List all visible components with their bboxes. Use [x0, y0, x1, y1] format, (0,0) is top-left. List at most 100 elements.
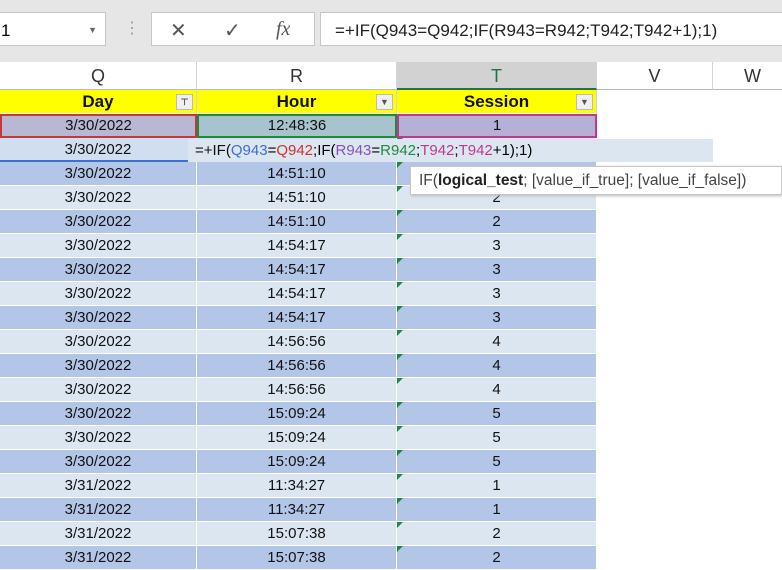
cell-day[interactable]: 3/30/2022 — [0, 258, 197, 282]
cell-day[interactable]: 3/30/2022 — [0, 138, 197, 162]
cell-day[interactable]: 3/30/2022 — [0, 450, 197, 474]
cell-hour[interactable]: 14:54:17 — [197, 282, 397, 306]
formula-input[interactable]: =+IF(Q943=Q942;IF(R943=R942;T942;T942+1)… — [320, 12, 782, 46]
error-indicator-icon[interactable] — [397, 162, 403, 168]
cell-session[interactable]: 5 — [397, 402, 597, 426]
filter-dropdown-icon[interactable]: ▼ — [576, 94, 593, 110]
name-box[interactable]: 1 ▼ — [0, 12, 106, 46]
cell-session[interactable]: 3 — [397, 234, 597, 258]
table-row: 3/30/2022 14:56:56 4 — [0, 378, 597, 402]
cell-hour[interactable]: 14:56:56 — [197, 330, 397, 354]
cell-hour[interactable]: 11:34:27 — [197, 498, 397, 522]
cell-session[interactable]: 5 — [397, 450, 597, 474]
drag-handle-icon[interactable]: ⋮ — [124, 18, 140, 38]
cell-session[interactable]: 4 — [397, 354, 597, 378]
column-header-q[interactable]: Q — [0, 62, 197, 90]
error-indicator-icon[interactable] — [397, 354, 403, 360]
error-indicator-icon[interactable] — [397, 402, 403, 408]
cell-session[interactable]: 2 — [397, 522, 597, 546]
table-row: 3/30/2022 15:09:24 5 — [0, 450, 597, 474]
cell-hour[interactable]: 15:09:24 — [197, 402, 397, 426]
cell-hour[interactable]: 14:56:56 — [197, 354, 397, 378]
cell-session[interactable]: 1 — [397, 474, 597, 498]
error-indicator-icon[interactable] — [397, 426, 403, 432]
cell-session[interactable]: 4 — [397, 378, 597, 402]
cell-day[interactable]: 3/30/2022 — [0, 330, 197, 354]
cancel-icon[interactable]: ✕ — [170, 18, 187, 43]
cell-day[interactable]: 3/31/2022 — [0, 498, 197, 522]
cell-day[interactable]: 3/30/2022 — [0, 162, 197, 186]
error-indicator-icon[interactable] — [397, 306, 403, 312]
cell-day[interactable]: 3/30/2022 — [0, 234, 197, 258]
error-indicator-icon[interactable] — [397, 282, 403, 288]
chevron-down-icon[interactable]: ▼ — [88, 25, 97, 35]
table-row: 3/30/2022 14:54:17 3 — [0, 306, 597, 330]
error-indicator-icon[interactable] — [397, 186, 403, 192]
cell-hour[interactable]: 15:09:24 — [197, 426, 397, 450]
filter-applied-icon[interactable]: ⊤ — [176, 94, 193, 110]
table-row: 3/30/2022 14:54:17 3 — [0, 234, 597, 258]
cell-hour[interactable]: 14:54:17 — [197, 306, 397, 330]
in-cell-formula-editor[interactable]: =+IF(Q943=Q942;IF(R943=R942;T942;T942+1)… — [188, 139, 713, 162]
table-row: 3/30/2022 14:54:17 3 — [0, 258, 597, 282]
table-row: 3/31/2022 11:34:27 1 — [0, 474, 597, 498]
cell-day[interactable]: 3/30/2022 — [0, 378, 197, 402]
cell-hour[interactable]: 14:56:56 — [197, 378, 397, 402]
error-indicator-icon[interactable] — [397, 258, 403, 264]
cell-hour[interactable]: 11:34:27 — [197, 474, 397, 498]
cell-day[interactable]: 3/31/2022 — [0, 546, 197, 570]
cell-session[interactable]: 4 — [397, 330, 597, 354]
error-indicator-icon[interactable] — [397, 378, 403, 384]
error-indicator-icon[interactable] — [397, 522, 403, 528]
table-row: 3/31/2022 11:34:27 1 — [0, 498, 597, 522]
filter-dropdown-icon[interactable]: ▼ — [376, 94, 393, 110]
cell-session[interactable]: 2 — [397, 546, 597, 570]
table-row: 3/31/2022 15:07:38 2 — [0, 522, 597, 546]
cell-day[interactable]: 3/30/2022 — [0, 186, 197, 210]
column-header-w[interactable]: W — [713, 62, 782, 90]
cell-session[interactable]: 3 — [397, 282, 597, 306]
cell-hour[interactable]: 15:07:38 — [197, 546, 397, 570]
enter-icon[interactable]: ✓ — [224, 18, 241, 43]
cell-hour[interactable]: 14:51:10 — [197, 186, 397, 210]
cell-day[interactable]: 3/30/2022 — [0, 426, 197, 450]
cell-day[interactable]: 3/30/2022 — [0, 354, 197, 378]
error-indicator-icon[interactable] — [397, 234, 403, 240]
cell-day[interactable]: 3/30/2022 — [0, 306, 197, 330]
header-hour: Hour ▼ — [197, 90, 397, 114]
error-indicator-icon[interactable] — [397, 330, 403, 336]
cell-session[interactable]: 1 — [397, 114, 597, 138]
cell-hour[interactable]: 14:51:10 — [197, 162, 397, 186]
header-day: Day ⊤ — [0, 90, 197, 114]
table-header-row: Day ⊤ Hour ▼ Session ▼ — [0, 90, 597, 114]
column-header-r[interactable]: R — [197, 62, 397, 90]
cell-hour[interactable]: 14:51:10 — [197, 210, 397, 234]
cell-hour[interactable]: 15:07:38 — [197, 522, 397, 546]
column-header-t[interactable]: T — [397, 62, 597, 90]
error-indicator-icon[interactable] — [397, 546, 403, 552]
column-header-v[interactable]: V — [597, 62, 713, 90]
cell-hour[interactable]: 14:54:17 — [197, 234, 397, 258]
cell-hour[interactable]: 15:09:24 — [197, 450, 397, 474]
cell-day[interactable]: 3/30/2022 — [0, 114, 197, 138]
cell-day[interactable]: 3/31/2022 — [0, 522, 197, 546]
formula-buttons: ✕ ✓ fx — [151, 12, 315, 46]
table-row: 3/30/2022 14:56:56 4 — [0, 330, 597, 354]
cell-day[interactable]: 3/30/2022 — [0, 282, 197, 306]
cell-session[interactable]: 3 — [397, 306, 597, 330]
cell-session[interactable]: 5 — [397, 426, 597, 450]
error-indicator-icon[interactable] — [397, 474, 403, 480]
error-indicator-icon[interactable] — [397, 210, 403, 216]
insert-function-icon[interactable]: fx — [276, 18, 290, 41]
cell-session[interactable]: 3 — [397, 258, 597, 282]
cell-day[interactable]: 3/30/2022 — [0, 210, 197, 234]
error-indicator-icon[interactable] — [397, 450, 403, 456]
cell-hour[interactable]: 14:54:17 — [197, 258, 397, 282]
cell-hour[interactable]: 12:48:36 — [197, 114, 397, 138]
cell-day[interactable]: 3/30/2022 — [0, 402, 197, 426]
cell-session[interactable]: 2 — [397, 210, 597, 234]
error-indicator-icon[interactable] — [397, 498, 403, 504]
cell-session[interactable]: 1 — [397, 498, 597, 522]
table-row: 3/30/2022 15:09:24 5 — [0, 402, 597, 426]
cell-day[interactable]: 3/31/2022 — [0, 474, 197, 498]
